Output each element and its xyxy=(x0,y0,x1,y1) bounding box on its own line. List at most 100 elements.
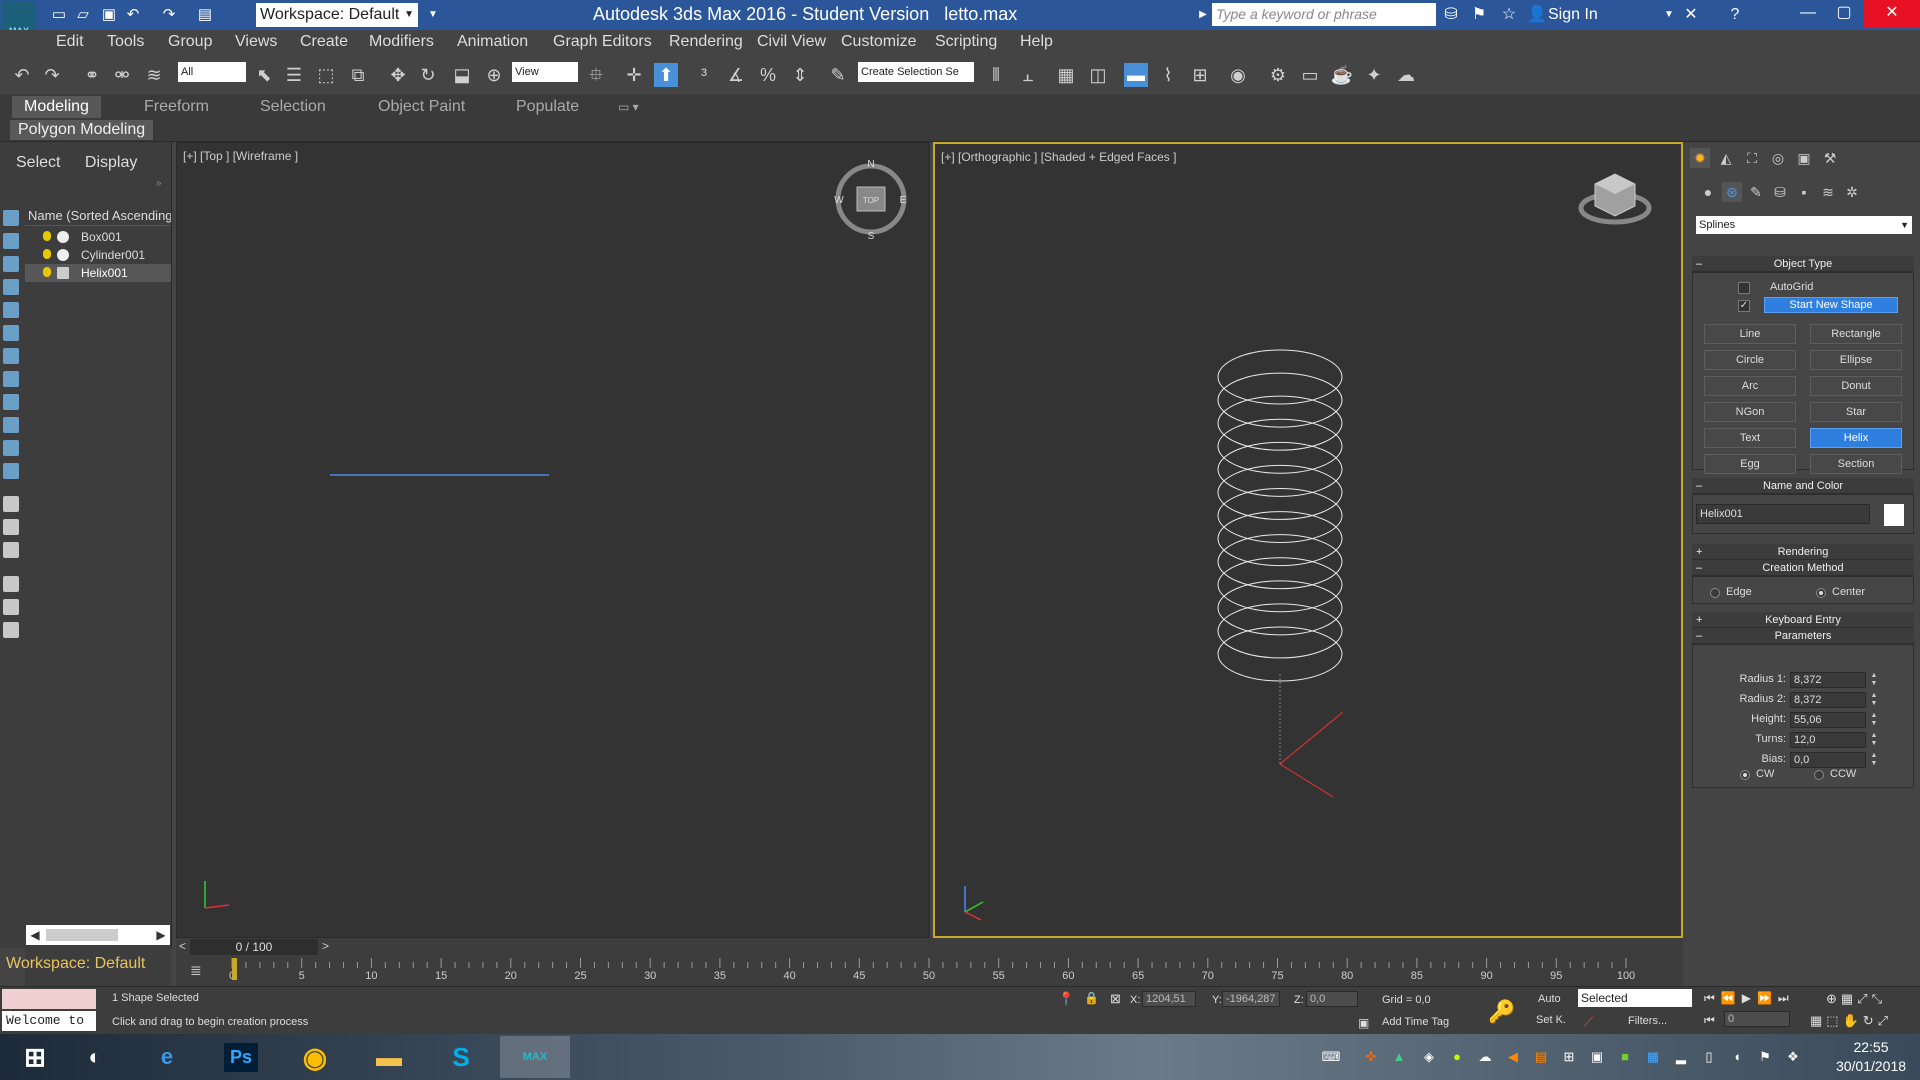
object-type-ngon-button[interactable]: NGon xyxy=(1704,402,1796,422)
maxscript-welcome[interactable]: Welcome to xyxy=(2,1011,96,1031)
key-mode-toggle-icon[interactable]: ⏮ xyxy=(1704,1013,1715,1028)
helpers-category-icon[interactable]: ▪ xyxy=(1794,182,1814,202)
time-tag-icon[interactable]: ▣ xyxy=(1358,1016,1369,1030)
edit-named-selection-icon[interactable]: ✎ xyxy=(826,63,850,87)
tray-app4-icon[interactable]: ● xyxy=(1448,1048,1466,1066)
explorer-collapse-icon[interactable]: » xyxy=(156,178,162,189)
select-by-name-icon[interactable]: ☰ xyxy=(282,63,306,87)
current-frame-field[interactable]: 0 xyxy=(1724,1011,1790,1027)
rectangular-selection-icon[interactable]: ⬚ xyxy=(314,63,338,87)
scroll-left-icon[interactable]: ◀ xyxy=(26,925,44,945)
time-next-icon[interactable]: > xyxy=(322,939,329,953)
x-coordinate-field[interactable]: 1204,51 xyxy=(1142,991,1196,1007)
layer-manager-icon[interactable]: ◫ xyxy=(1086,63,1110,87)
toggle-scene-explorer-icon[interactable]: ▦ xyxy=(1054,63,1078,87)
turns-spinner[interactable]: 12,0 xyxy=(1790,732,1866,748)
rollout-name-and-color[interactable]: – Name and Color xyxy=(1692,478,1914,494)
project-folder-icon[interactable]: ▤ xyxy=(194,4,216,26)
selection-filter-select[interactable]: All xyxy=(178,62,246,82)
bias-spinner-arrows-icon[interactable]: ▲ ▼ xyxy=(1870,752,1878,768)
selection-lock-icon[interactable]: 🔒 xyxy=(1084,991,1099,1005)
render-setup-icon[interactable]: ⚙ xyxy=(1266,63,1290,87)
layers-icon[interactable] xyxy=(3,622,19,638)
object-type-text-button[interactable]: Text xyxy=(1704,428,1796,448)
sign-in-dropdown-icon[interactable]: ▼ xyxy=(1658,4,1680,26)
start-new-shape-button[interactable]: Start New Shape xyxy=(1764,297,1898,313)
file-explorer-icon[interactable]: ▬ xyxy=(354,1036,424,1078)
time-slider-thumb[interactable]: 0 / 100 xyxy=(190,939,318,955)
menu-modifiers[interactable]: Modifiers xyxy=(369,33,434,51)
viewport-top[interactable]: [+] [Top ] [Wireframe ] TOP N S W E xyxy=(176,142,930,938)
object-type-section-button[interactable]: Section xyxy=(1810,454,1902,474)
rollout-creation-method[interactable]: – Creation Method xyxy=(1692,560,1914,576)
save-icon[interactable]: ▣ xyxy=(98,4,120,26)
radius-2-spinner-arrows-icon[interactable]: ▲ ▼ xyxy=(1870,692,1878,708)
tray-app1-icon[interactable]: ✜ xyxy=(1362,1048,1380,1066)
communication-center-icon[interactable]: ⚑ xyxy=(1468,4,1490,26)
time-cursor[interactable] xyxy=(232,958,237,980)
search-expand-icon[interactable]: ▶ xyxy=(1192,4,1214,26)
tray-app3-icon[interactable]: ◈ xyxy=(1420,1048,1438,1066)
system-clock[interactable]: 22:55 30/01/2018 xyxy=(1828,1038,1914,1076)
menu-help[interactable]: Help xyxy=(1020,33,1053,51)
scale-icon[interactable]: ⬓ xyxy=(450,63,474,87)
link-icon[interactable]: ⚭ xyxy=(80,63,104,87)
light-bulb-icon[interactable] xyxy=(43,267,51,277)
viewport-nav-row1[interactable]: ⊕▦⤢⤡ xyxy=(1826,991,1886,1007)
nvidia-icon[interactable]: ■ xyxy=(1616,1048,1634,1066)
shapes-category-icon[interactable]: ⊛ xyxy=(1722,182,1742,202)
cw-radio[interactable] xyxy=(1740,770,1750,780)
viewcube-compass[interactable]: TOP N S W E xyxy=(834,159,906,242)
display-helpers-icon[interactable] xyxy=(3,325,19,341)
light-bulb-icon[interactable] xyxy=(43,249,51,259)
help-icon[interactable]: ? xyxy=(1724,4,1746,26)
mirror-icon[interactable]: ⫴ xyxy=(984,63,1008,87)
align-icon[interactable]: ⫠ xyxy=(1016,63,1040,87)
skype-icon[interactable]: S xyxy=(426,1036,496,1078)
rotate-icon[interactable]: ↻ xyxy=(416,63,440,87)
add-time-tag[interactable]: Add Time Tag xyxy=(1382,1016,1449,1028)
undo-icon[interactable]: ↶ xyxy=(10,63,34,87)
tab-selection[interactable]: Selection xyxy=(248,96,338,118)
tray-app8-icon[interactable]: ▦ xyxy=(1644,1048,1662,1066)
workspace-label[interactable]: Workspace: Default xyxy=(6,955,145,973)
display-space-warps-icon[interactable] xyxy=(3,348,19,364)
pivot-center-icon[interactable]: ⯐ xyxy=(584,63,608,87)
create-panel-icon[interactable]: ✹ xyxy=(1690,148,1710,168)
find-icon[interactable] xyxy=(3,599,19,615)
tab-freeform[interactable]: Freeform xyxy=(132,96,221,118)
tree-item-helix001[interactable]: Helix001 xyxy=(25,264,171,282)
ribbon-options-icon[interactable]: ▭ ▾ xyxy=(606,96,651,118)
viewport-orthographic[interactable]: [+] [Orthographic ] [Shaded + Edged Face… xyxy=(933,142,1683,938)
display-containers-icon[interactable] xyxy=(3,440,19,456)
filter-icon[interactable] xyxy=(3,576,19,592)
render-production-icon[interactable]: ☕ xyxy=(1330,63,1354,87)
object-type-line-button[interactable]: Line xyxy=(1704,324,1796,344)
user-icon[interactable]: 👤 xyxy=(1526,4,1548,26)
battery-icon[interactable]: ▯ xyxy=(1700,1048,1718,1066)
height-spinner-arrows-icon[interactable]: ▲ ▼ xyxy=(1870,712,1878,728)
absolute-mode-icon[interactable]: ⊠ xyxy=(1110,991,1121,1007)
select-manipulate-icon[interactable]: ✛ xyxy=(622,63,646,87)
z-coordinate-field[interactable]: 0,0 xyxy=(1306,991,1358,1007)
turns-spinner-arrows-icon[interactable]: ▲ ▼ xyxy=(1870,732,1878,748)
shape-object-icon[interactable] xyxy=(57,267,69,279)
tray-app6-icon[interactable]: ▤ xyxy=(1532,1048,1550,1066)
rollout-keyboard-entry[interactable]: + Keyboard Entry xyxy=(1692,612,1914,628)
track-bar[interactable]: ≣ 05101520253035404550556065707580859095… xyxy=(176,956,1683,986)
geometry-category-icon[interactable]: ● xyxy=(1698,182,1718,202)
tray-app2-icon[interactable]: ▲ xyxy=(1390,1048,1408,1066)
3dsmax-taskbar-icon[interactable]: MAX xyxy=(500,1036,570,1078)
viewcube[interactable] xyxy=(1578,173,1652,225)
rollout-rendering[interactable]: + Rendering xyxy=(1692,544,1914,560)
object-type-arc-button[interactable]: Arc xyxy=(1704,376,1796,396)
auto-key-button[interactable]: Auto xyxy=(1538,993,1561,1005)
display-shapes-icon[interactable] xyxy=(3,256,19,272)
hierarchy-panel-icon[interactable]: ⛶ xyxy=(1742,148,1762,168)
cameras-category-icon[interactable]: ⛁ xyxy=(1770,182,1790,202)
time-prev-icon[interactable]: < xyxy=(179,939,186,953)
filters-button[interactable]: Filters... xyxy=(1628,1015,1667,1027)
menu-tools[interactable]: Tools xyxy=(107,33,144,51)
set-key-button[interactable]: Set K. xyxy=(1536,1014,1566,1026)
placement-icon[interactable]: ⊕ xyxy=(482,63,506,87)
